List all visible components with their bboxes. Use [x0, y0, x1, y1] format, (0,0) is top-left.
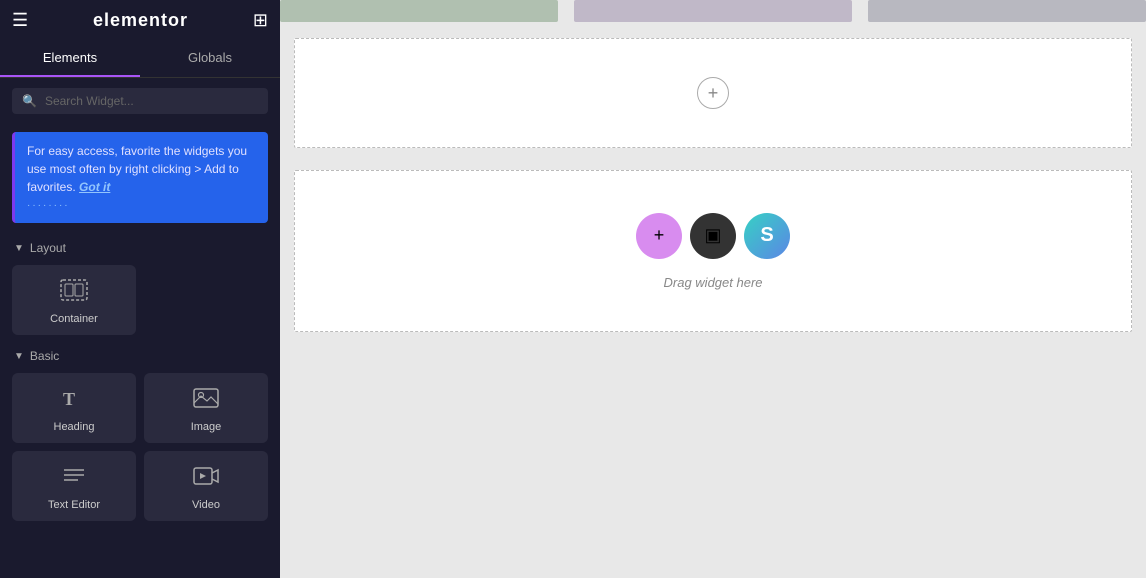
container-icon — [60, 279, 88, 307]
tip-text: For easy access, favorite the widgets yo… — [27, 144, 247, 194]
search-input[interactable] — [45, 94, 258, 108]
tip-got-it[interactable]: Got it — [79, 180, 110, 194]
heading-label: Heading — [54, 421, 95, 433]
canvas-area: + + ▣ S Drag widget here — [280, 0, 1146, 578]
s-widget-circle[interactable]: S — [744, 213, 790, 259]
text-editor-label: Text Editor — [48, 499, 100, 511]
section-layout-header[interactable]: ▼ Layout — [0, 231, 280, 261]
widget-circles: + ▣ S — [636, 213, 790, 259]
images-strip — [280, 0, 1146, 22]
video-label: Video — [192, 499, 220, 511]
text-editor-icon — [61, 465, 87, 493]
basic-widgets-grid: T Heading Image — [0, 369, 280, 525]
widget-heading[interactable]: T Heading — [12, 373, 136, 443]
heading-icon: T — [61, 387, 87, 415]
widget-container[interactable]: Container — [12, 265, 136, 335]
search-container: 🔍 — [0, 78, 280, 124]
canvas-drop-section: + ▣ S Drag widget here — [294, 170, 1132, 332]
logo: elementor — [93, 10, 188, 31]
add-section-button[interactable]: + — [697, 77, 729, 109]
basic-label: Basic — [30, 349, 59, 363]
container-label: Container — [50, 313, 98, 325]
layout-widgets-grid: Container — [0, 261, 280, 339]
layout-label: Layout — [30, 241, 66, 255]
tip-banner: For easy access, favorite the widgets yo… — [12, 132, 268, 223]
widget-text-editor[interactable]: Text Editor — [12, 451, 136, 521]
sidebar: ☰ elementor ⊞ Elements Globals 🔍 For eas… — [0, 0, 280, 578]
basic-arrow-icon: ▼ — [14, 351, 24, 362]
search-box: 🔍 — [12, 88, 268, 114]
hamburger-icon[interactable]: ☰ — [12, 10, 28, 31]
tab-globals[interactable]: Globals — [140, 40, 280, 77]
image-thumb-1 — [280, 0, 558, 22]
add-widget-circle[interactable]: + — [636, 213, 682, 259]
image-thumb-2 — [574, 0, 852, 22]
search-icon: 🔍 — [22, 94, 37, 108]
tip-dots: ········ — [27, 198, 256, 213]
drop-zone: + ▣ S Drag widget here — [295, 171, 1131, 331]
widget-video[interactable]: Video — [144, 451, 268, 521]
image-thumb-3 — [868, 0, 1146, 22]
layout-arrow-icon: ▼ — [14, 243, 24, 254]
video-icon — [193, 465, 219, 493]
grid-icon[interactable]: ⊞ — [253, 10, 268, 31]
canvas-empty-section: + — [294, 38, 1132, 148]
widget-sections: ▼ Layout Container ▼ Basic — [0, 231, 280, 578]
svg-text:T: T — [63, 389, 75, 409]
drag-widget-text: Drag widget here — [664, 275, 763, 290]
tab-elements[interactable]: Elements — [0, 40, 140, 77]
topbar: ☰ elementor ⊞ — [0, 0, 280, 40]
tabs: Elements Globals — [0, 40, 280, 78]
folder-widget-circle[interactable]: ▣ — [690, 213, 736, 259]
section-basic-header[interactable]: ▼ Basic — [0, 339, 280, 369]
image-icon — [193, 387, 219, 415]
image-label: Image — [191, 421, 222, 433]
widget-image[interactable]: Image — [144, 373, 268, 443]
